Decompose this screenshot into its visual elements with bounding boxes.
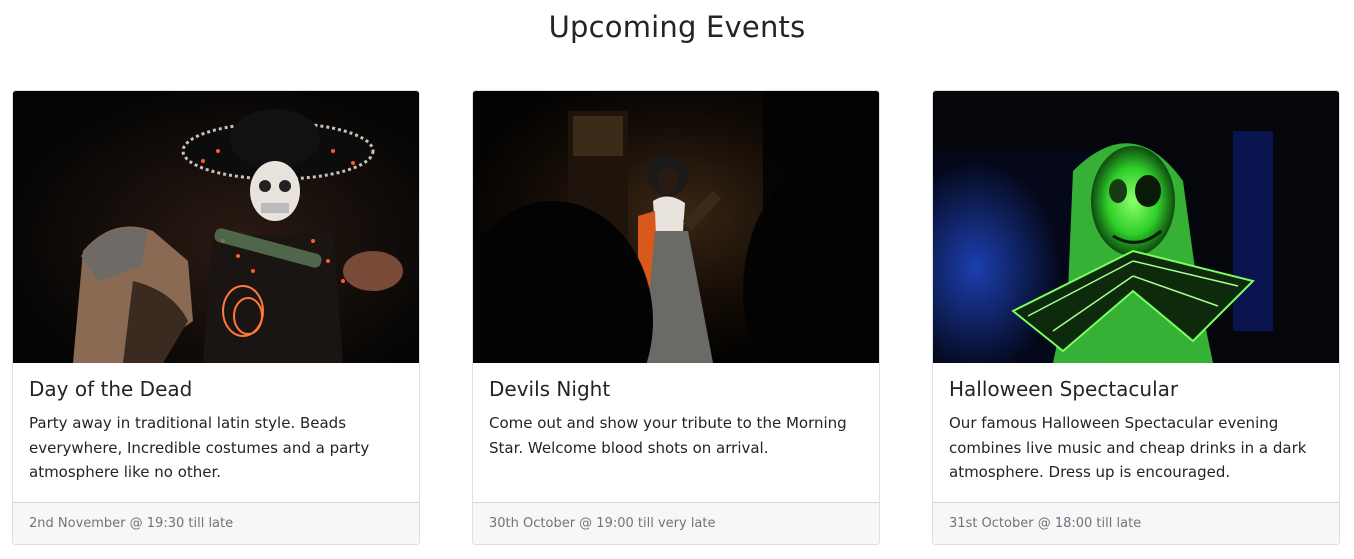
event-card-devils-night: Devils Night Come out and show your trib… <box>472 90 880 545</box>
devils-night-photo <box>473 91 879 363</box>
halloween-spectacular-photo <box>933 91 1339 363</box>
day-of-the-dead-photo <box>13 91 419 363</box>
devils-night-image <box>473 91 879 363</box>
event-title: Halloween Spectacular <box>949 377 1179 401</box>
event-date: 2nd November @ 19:30 till late <box>13 502 419 544</box>
card-body: Halloween Spectacular Our famous Hallowe… <box>949 375 1325 485</box>
page-title: Upcoming Events <box>548 10 806 44</box>
event-date: 31st October @ 18:00 till late <box>933 502 1339 544</box>
event-title: Devils Night <box>489 377 611 401</box>
event-card-halloween-spectacular: Halloween Spectacular Our famous Hallowe… <box>932 90 1340 545</box>
event-date: 30th October @ 19:00 till very late <box>473 502 879 544</box>
event-description: Come out and show your tribute to the Mo… <box>489 414 847 457</box>
event-description: Party away in traditional latin style. B… <box>29 414 370 481</box>
halloween-spectacular-image <box>933 91 1339 363</box>
card-body: Devils Night Come out and show your trib… <box>489 375 865 460</box>
card-body: Day of the Dead Party away in traditiona… <box>29 375 405 485</box>
event-card-day-of-the-dead: Day of the Dead Party away in traditiona… <box>12 90 420 545</box>
event-description: Our famous Halloween Spectacular evening… <box>949 414 1307 481</box>
event-title: Day of the Dead <box>29 377 193 401</box>
day-of-the-dead-image <box>13 91 419 363</box>
